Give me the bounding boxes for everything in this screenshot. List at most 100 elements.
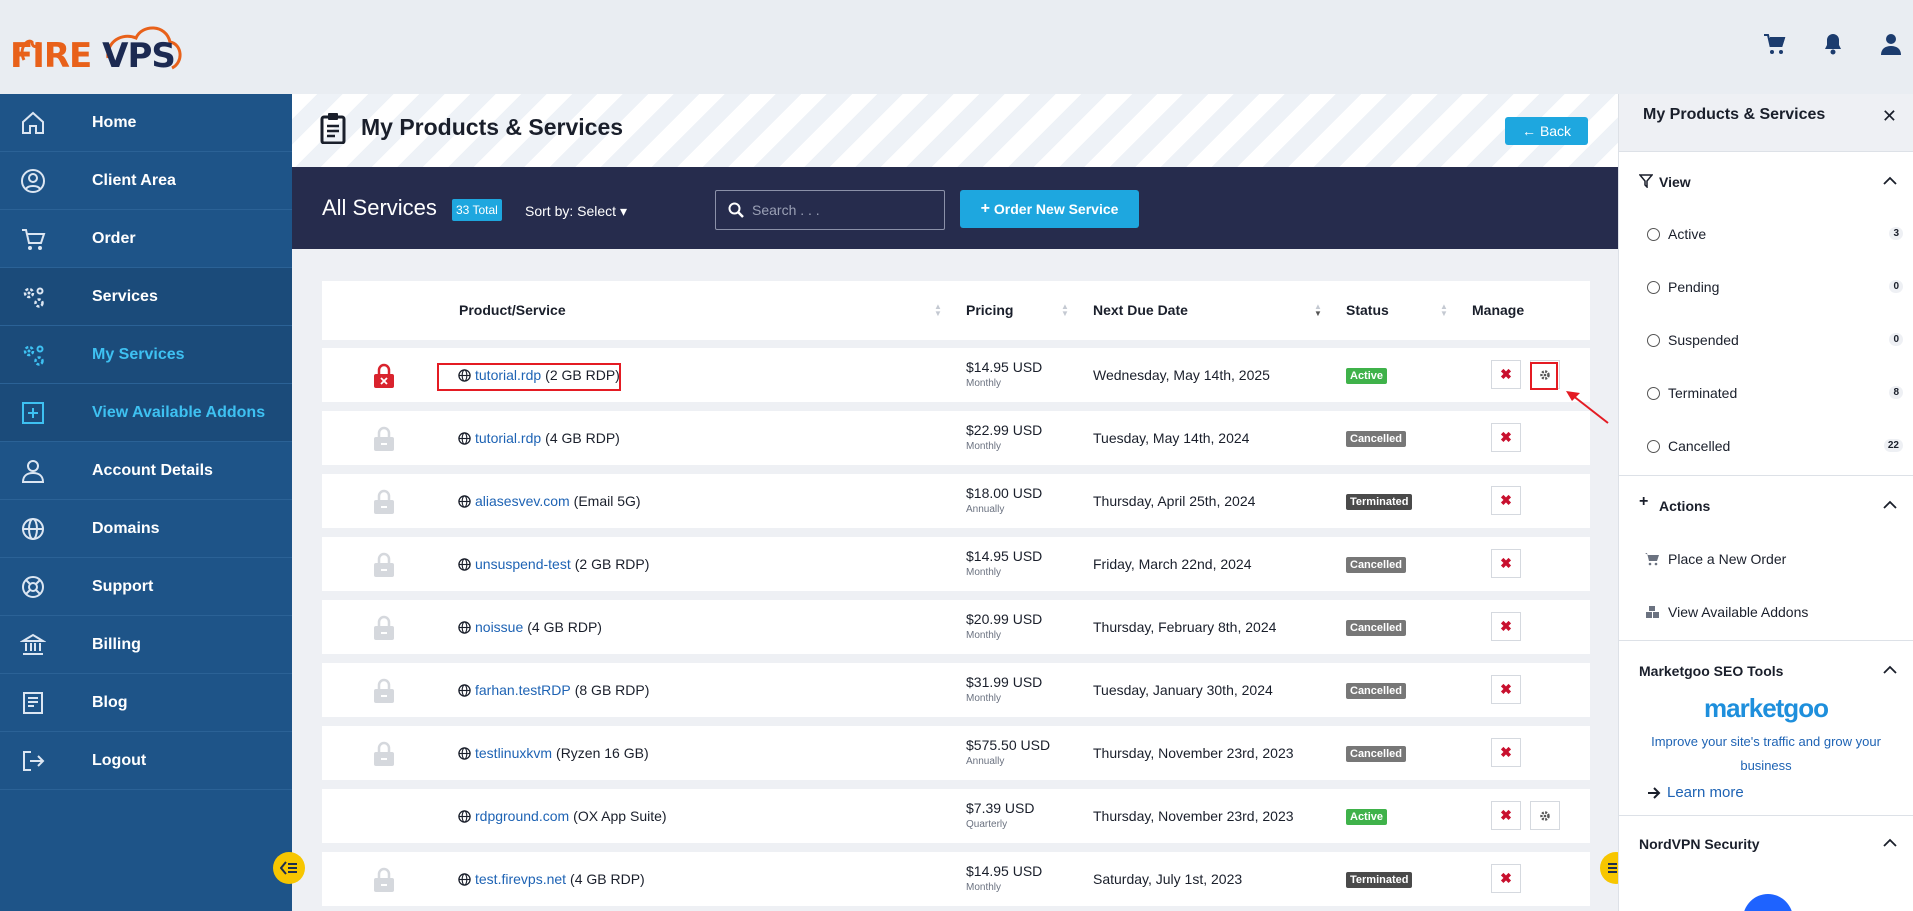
product-name: (4 GB RDP) xyxy=(570,871,645,887)
radio-button[interactable] xyxy=(1647,440,1660,453)
sidebar-item-my-services[interactable]: My Services xyxy=(0,326,292,384)
radio-button[interactable] xyxy=(1647,387,1660,400)
view-section-header[interactable]: View xyxy=(1619,152,1913,210)
filter-pending[interactable]: Pending 0 xyxy=(1619,263,1913,316)
right-panel-header: My Products & Services ✕ xyxy=(1619,94,1913,152)
chevron-up-icon xyxy=(1883,176,1897,185)
cart-icon[interactable] xyxy=(1763,32,1787,56)
collapse-sidebar-button[interactable] xyxy=(273,852,305,884)
service-link[interactable]: testlinuxkvm xyxy=(475,745,552,761)
billing-cycle: Monthly xyxy=(966,630,1002,641)
sidebar-item-support[interactable]: Support xyxy=(0,558,292,616)
filter-suspended[interactable]: Suspended 0 xyxy=(1619,316,1913,369)
radio-button[interactable] xyxy=(1647,334,1660,347)
lock-icon xyxy=(374,867,394,892)
cancel-button[interactable]: ✖ xyxy=(1491,801,1521,830)
col-product[interactable]: Product/Service xyxy=(459,302,566,318)
action-view-addons[interactable]: View Available Addons xyxy=(1619,587,1913,640)
due-date: Friday, March 22nd, 2024 xyxy=(1093,556,1252,572)
manage-gear-button[interactable] xyxy=(1530,801,1560,830)
radio-button[interactable] xyxy=(1647,281,1660,294)
service-link[interactable]: unsuspend-test xyxy=(475,556,571,572)
sidebar-item-blog[interactable]: Blog xyxy=(0,674,292,732)
table-row[interactable]: testlinuxkvm (Ryzen 16 GB) $575.50 USD A… xyxy=(322,726,1590,780)
sidebar-item-account-details[interactable]: Account Details xyxy=(0,442,292,500)
table-row[interactable]: unsuspend-test (2 GB RDP) $14.95 USD Mon… xyxy=(322,537,1590,591)
action-place-order[interactable]: Place a New Order xyxy=(1619,534,1913,587)
close-icon: ✖ xyxy=(1500,681,1512,697)
search-box[interactable] xyxy=(715,190,945,230)
service-link[interactable]: rdpground.com xyxy=(475,808,569,824)
table-row[interactable]: rdpground.com (OX App Suite) $7.39 USD Q… xyxy=(322,789,1590,843)
sort-icon[interactable]: ▲ ▼ xyxy=(1440,303,1448,318)
billing-cycle: Monthly xyxy=(966,882,1002,893)
sidebar-item-billing[interactable]: Billing xyxy=(0,616,292,674)
close-icon: ✖ xyxy=(1500,870,1512,886)
sidebar-item-logout[interactable]: Logout xyxy=(0,732,292,790)
actions-section-header[interactable]: + Actions xyxy=(1619,476,1913,534)
sort-icon[interactable]: ▲ ▼ xyxy=(1314,303,1322,318)
globe-icon xyxy=(22,517,44,540)
firevps-logo[interactable]: FIRE VPS xyxy=(10,18,195,82)
cancel-button[interactable]: ✖ xyxy=(1491,423,1521,452)
filter-active[interactable]: Active 3 xyxy=(1619,210,1913,263)
table-row[interactable]: noissue (4 GB RDP) $20.99 USD Monthly Th… xyxy=(322,600,1590,654)
close-icon[interactable]: ✕ xyxy=(1882,106,1897,127)
bell-icon[interactable] xyxy=(1821,32,1845,56)
product-name: (2 GB RDP) xyxy=(574,556,650,572)
sidebar-item-client-area[interactable]: Client Area xyxy=(0,152,292,210)
highlight-box xyxy=(437,363,621,391)
table-row[interactable]: farhan.testRDP (8 GB RDP) $31.99 USD Mon… xyxy=(322,663,1590,717)
learn-more-link[interactable]: Learn more xyxy=(1647,784,1913,801)
filter-terminated[interactable]: Terminated 8 xyxy=(1619,369,1913,422)
lock-icon xyxy=(374,426,394,451)
close-icon: ✖ xyxy=(1500,744,1512,760)
service-link[interactable]: farhan.testRDP xyxy=(475,682,571,698)
services-bar: All Services 33 Total Sort by: Select ▾ … xyxy=(292,167,1618,249)
col-pricing[interactable]: Pricing xyxy=(966,302,1013,318)
nordvpn-section-header[interactable]: NordVPN Security xyxy=(1619,816,1913,866)
sort-dropdown[interactable]: Sort by: Select ▾ xyxy=(525,203,627,220)
cancel-button[interactable]: ✖ xyxy=(1491,864,1521,893)
filter-label: Suspended xyxy=(1668,332,1739,348)
marketgoo-section-header[interactable]: Marketgoo SEO Tools xyxy=(1619,641,1913,691)
cancel-button[interactable]: ✖ xyxy=(1491,738,1521,767)
filter-label: Terminated xyxy=(1668,385,1738,401)
table-row[interactable]: aliasesvev.com (Email 5G) $18.00 USD Ann… xyxy=(322,474,1590,528)
gears-icon xyxy=(23,345,44,366)
billing-cycle: Quarterly xyxy=(966,819,1008,830)
service-link[interactable]: tutorial.rdp xyxy=(475,430,541,446)
service-link[interactable]: aliasesvev.com xyxy=(475,493,570,509)
logo-vps: VPS xyxy=(102,36,176,76)
sort-icon[interactable]: ▲ ▼ xyxy=(1061,303,1069,318)
col-status[interactable]: Status xyxy=(1346,302,1389,318)
plus-square-icon xyxy=(22,401,44,424)
lock-icon xyxy=(374,615,394,640)
table-row[interactable]: tutorial.rdp (4 GB RDP) $22.99 USD Month… xyxy=(322,411,1590,465)
sort-icon[interactable]: ▲ ▼ xyxy=(934,303,942,318)
cancel-button[interactable]: ✖ xyxy=(1491,360,1521,389)
sidebar-item-home[interactable]: Home xyxy=(0,94,292,152)
back-button[interactable]: ← Back xyxy=(1505,117,1588,145)
col-due-date[interactable]: Next Due Date xyxy=(1093,302,1188,318)
globe-icon xyxy=(458,872,471,886)
main-content: My Products & Services ← Back All Servic… xyxy=(292,94,1618,911)
order-new-service-button[interactable]: + Order New Service xyxy=(960,190,1139,228)
sidebar-item-services[interactable]: Services xyxy=(0,268,292,326)
radio-button[interactable] xyxy=(1647,228,1660,241)
cancel-button[interactable]: ✖ xyxy=(1491,675,1521,704)
service-link[interactable]: noissue xyxy=(475,619,523,635)
cancel-button[interactable]: ✖ xyxy=(1491,486,1521,515)
sidebar-item-order[interactable]: Order xyxy=(0,210,292,268)
cancel-button[interactable]: ✖ xyxy=(1491,612,1521,641)
sidebar-item-domains[interactable]: Domains xyxy=(0,500,292,558)
user-icon[interactable] xyxy=(1879,32,1903,56)
service-link[interactable]: test.firevps.net xyxy=(475,871,566,887)
filter-cancelled[interactable]: Cancelled 22 xyxy=(1619,422,1913,475)
table-row[interactable]: test.firevps.net (4 GB RDP) $14.95 USD M… xyxy=(322,852,1590,906)
sidebar-item-view-addons[interactable]: View Available Addons xyxy=(0,384,292,442)
search-input[interactable] xyxy=(752,202,932,218)
globe-icon xyxy=(458,431,471,445)
cancel-button[interactable]: ✖ xyxy=(1491,549,1521,578)
billing-cycle: Monthly xyxy=(966,693,1002,704)
